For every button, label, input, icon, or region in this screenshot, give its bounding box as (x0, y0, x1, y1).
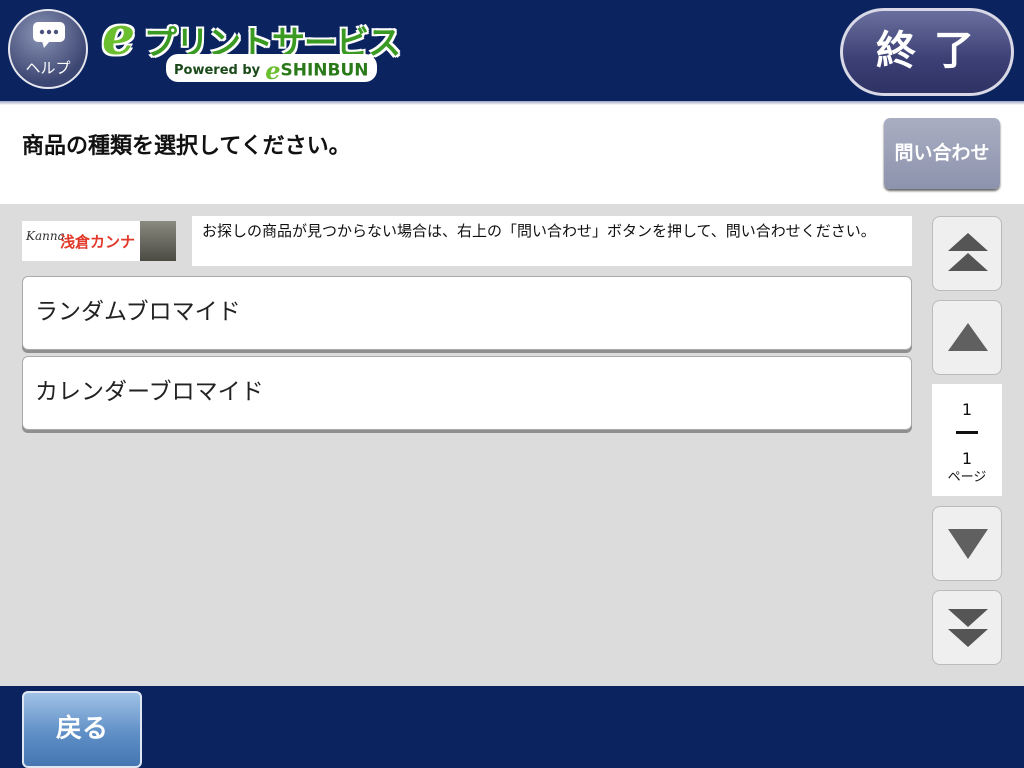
notice-text: お探しの商品が見つからない場合は、右上の「問い合わせ」ボタンを押して、問い合わせ… (192, 216, 912, 266)
last-page-button[interactable] (932, 590, 1002, 665)
banner-signature: Kanna (26, 229, 65, 243)
back-button[interactable]: 戻る (22, 691, 142, 768)
previous-page-button[interactable] (932, 300, 1002, 375)
up-arrow-icon (948, 323, 988, 351)
help-label: ヘルプ (25, 59, 71, 77)
artist-banner: Kanna 浅倉カンナ (22, 221, 176, 261)
eprint-service-logo: e プリントサービス Powered by eSHINBUN (100, 6, 401, 90)
banner-artist-name: 浅倉カンナ (60, 233, 136, 251)
footer-bar (0, 686, 1024, 768)
logo-powered-by: Powered by (174, 63, 261, 78)
down-arrow-icon (948, 529, 988, 559)
inquiry-button[interactable]: 問い合わせ (884, 118, 1000, 189)
exit-button[interactable]: 終了 (840, 8, 1014, 96)
double-up-arrow-icon (948, 233, 988, 251)
page-unit-label: ページ (947, 470, 987, 485)
artist-photo (140, 221, 176, 261)
page-instruction: 商品の種類を選択してください。 (22, 134, 351, 159)
speech-bubble-icon (33, 22, 65, 48)
double-down-arrow-icon (948, 609, 988, 627)
logo-e-mark: e (102, 6, 136, 67)
page-indicator: 1 1 ページ (932, 384, 1002, 496)
page-fraction-bar (956, 431, 978, 434)
logo-subline: Powered by eSHINBUN (166, 54, 377, 85)
logo-e-mark-small: e (265, 56, 281, 85)
product-item-calendar-bromide[interactable]: カレンダーブロマイド (22, 356, 912, 430)
help-button[interactable]: ヘルプ (8, 9, 88, 89)
logo-shinbun: SHINBUN (280, 60, 369, 81)
double-down-arrow-icon-lower (948, 629, 988, 647)
product-item-random-bromide[interactable]: ランダムブロマイド (22, 276, 912, 350)
first-page-button[interactable] (932, 216, 1002, 291)
next-page-button[interactable] (932, 506, 1002, 581)
current-page: 1 (961, 400, 973, 419)
double-up-arrow-icon-lower (948, 253, 988, 271)
